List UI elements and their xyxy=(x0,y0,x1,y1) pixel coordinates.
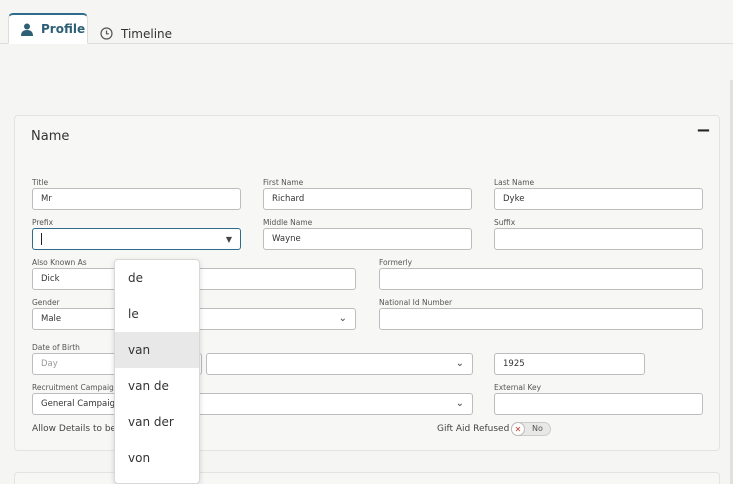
external-key-label: External Key xyxy=(494,383,542,392)
suffix-input[interactable] xyxy=(494,228,703,250)
dob-month-select[interactable]: ⌄ xyxy=(206,353,473,375)
chevron-down-icon[interactable]: ⌄ xyxy=(456,398,464,409)
title-value: Mr xyxy=(41,194,52,204)
gender-value: Male xyxy=(41,314,62,324)
last-name-input[interactable]: Dyke xyxy=(494,188,703,210)
suffix-field: Suffix xyxy=(494,218,704,250)
formerly-field: Formerly xyxy=(379,258,703,290)
title-field: Title Mr xyxy=(32,178,242,210)
middle-name-field: Middle Name Wayne xyxy=(263,218,473,250)
text-cursor xyxy=(41,233,42,245)
prefix-option-van-de[interactable]: van de xyxy=(115,368,199,404)
prefix-option-de[interactable]: de xyxy=(115,260,199,296)
prefix-select[interactable]: ▼ xyxy=(32,228,241,250)
also-known-as-value: Dick xyxy=(41,274,60,284)
last-name-label: Last Name xyxy=(494,178,535,187)
tab-profile[interactable]: Profile xyxy=(8,13,88,44)
formerly-input[interactable] xyxy=(379,268,703,290)
chevron-down-icon[interactable]: ⌄ xyxy=(339,313,347,324)
x-icon: ✕ xyxy=(511,422,525,436)
middle-name-value: Wayne xyxy=(272,234,301,244)
national-id-field: National Id Number xyxy=(379,298,703,330)
prefix-label: Prefix xyxy=(32,218,54,227)
first-name-label: First Name xyxy=(263,178,304,187)
chevron-down-icon[interactable]: ⌄ xyxy=(456,358,464,369)
national-id-label: National Id Number xyxy=(379,298,453,307)
title-input[interactable]: Mr xyxy=(32,188,241,210)
dob-year-value: 1925 xyxy=(503,359,525,369)
recruitment-campaign-select[interactable]: General Campaign ⌄ xyxy=(32,393,473,415)
national-id-input[interactable] xyxy=(379,308,703,330)
gift-aid-toggle[interactable]: ✕ No xyxy=(511,422,551,436)
first-name-field: First Name Richard xyxy=(263,178,473,210)
prefix-option-le[interactable]: le xyxy=(115,296,199,332)
collapse-button[interactable]: − xyxy=(696,120,711,141)
prefix-option-van-der[interactable]: van der xyxy=(115,404,199,440)
dropdown-arrow-icon[interactable]: ▼ xyxy=(226,235,232,244)
tab-bar: Profile Timeline xyxy=(0,0,733,44)
also-known-as-label: Also Known As xyxy=(32,258,87,267)
app-root: Profile Timeline Name − Title Mr First N… xyxy=(0,0,733,484)
prefix-option-van[interactable]: van xyxy=(115,332,199,368)
tab-timeline-label: Timeline xyxy=(121,26,173,41)
prefix-field: Prefix ▼ xyxy=(32,218,242,250)
gift-aid-toggle-text: No xyxy=(532,424,543,433)
first-name-value: Richard xyxy=(272,194,305,204)
middle-name-label: Middle Name xyxy=(263,218,313,227)
prefix-option-von[interactable]: von xyxy=(115,440,199,476)
external-key-field: External Key xyxy=(494,383,704,415)
title-label: Title xyxy=(32,178,49,187)
last-name-value: Dyke xyxy=(503,194,525,204)
recruitment-campaign-label: Recruitment Campaign xyxy=(32,383,119,392)
clock-icon xyxy=(100,27,113,40)
allow-details-label: Allow Details to be xyxy=(32,424,117,434)
tab-timeline[interactable]: Timeline xyxy=(100,18,172,49)
last-name-field: Last Name Dyke xyxy=(494,178,704,210)
formerly-label: Formerly xyxy=(379,258,413,267)
date-of-birth-label: Date of Birth xyxy=(32,343,80,352)
recruitment-campaign-value: General Campaign xyxy=(41,399,121,409)
external-key-input[interactable] xyxy=(494,393,703,415)
suffix-label: Suffix xyxy=(494,218,516,227)
first-name-input[interactable]: Richard xyxy=(263,188,472,210)
gender-label: Gender xyxy=(32,298,60,307)
middle-name-input[interactable]: Wayne xyxy=(263,228,472,250)
tab-profile-label: Profile xyxy=(41,22,86,36)
date-of-birth-month-field: ⌄ xyxy=(206,343,473,375)
date-of-birth-year-field: 1925 xyxy=(494,343,646,375)
person-icon xyxy=(21,23,33,36)
prefix-dropdown-menu: de le van van de van der von xyxy=(114,259,200,484)
dob-day-placeholder: Day xyxy=(41,359,58,369)
dob-year-input[interactable]: 1925 xyxy=(494,353,645,375)
recruitment-campaign-field: Recruitment Campaign General Campaign ⌄ xyxy=(32,383,473,415)
section-title: Name xyxy=(31,129,70,144)
gift-aid-label: Gift Aid Refused xyxy=(437,424,510,434)
